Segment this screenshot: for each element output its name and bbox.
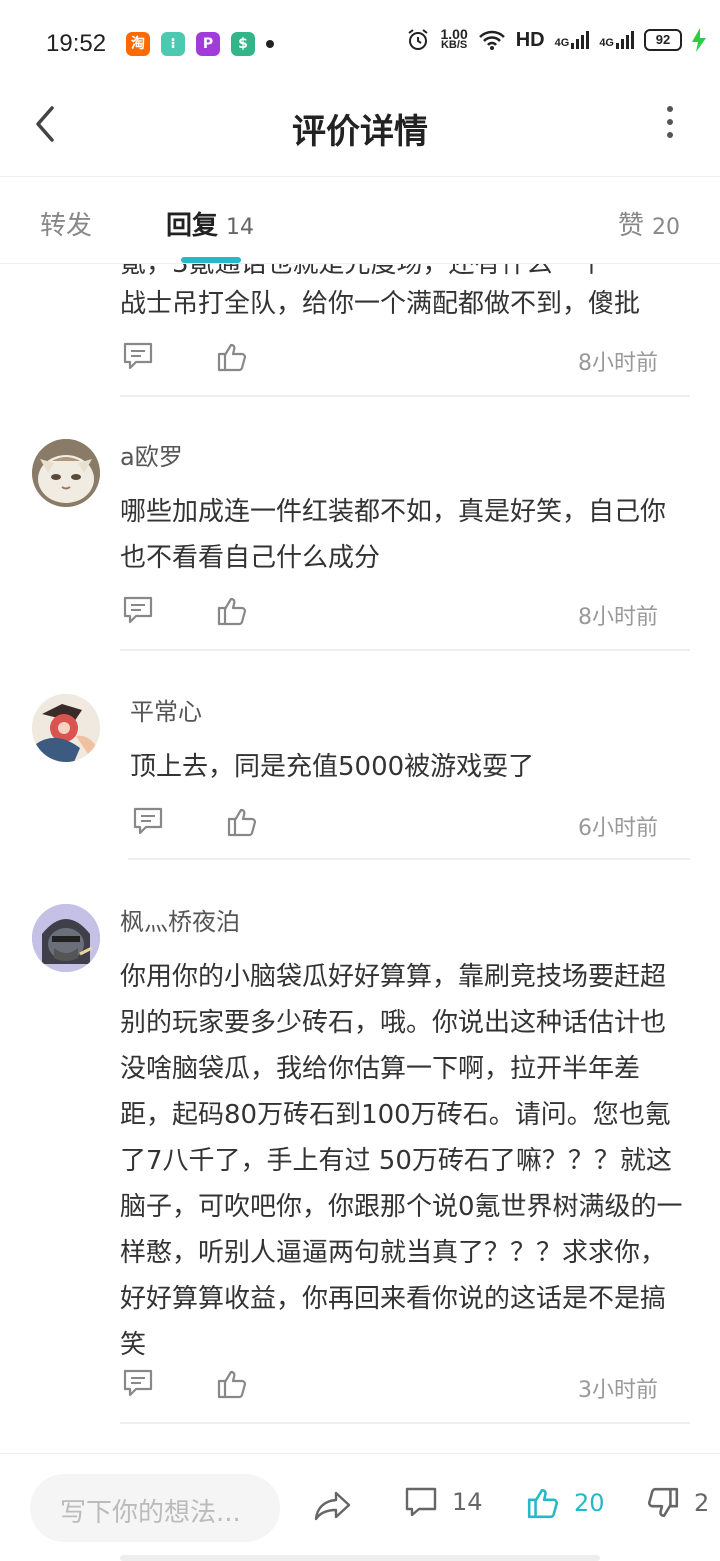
- comment-input[interactable]: 写下你的想法...: [30, 1474, 280, 1542]
- active-tab-indicator: [181, 257, 241, 263]
- comment-time: 8小时前: [578, 605, 658, 630]
- comment-icon: [405, 1487, 437, 1517]
- tab-replies[interactable]: 回复 14: [166, 205, 254, 242]
- sim2-label: 4G: [599, 37, 614, 49]
- comment-input-placeholder: 写下你的想法...: [60, 1498, 241, 1528]
- like-icon[interactable]: [216, 595, 248, 627]
- tab-likes-label: 赞: [617, 211, 644, 241]
- hd-label: HD: [515, 28, 545, 51]
- comment-actions: 6小时前: [130, 806, 690, 842]
- like-count: 20: [574, 1489, 605, 1517]
- tab-forward[interactable]: 转发: [40, 205, 92, 242]
- comment-actions: 3小时前: [120, 1368, 680, 1404]
- app-icon-2: ⁝: [161, 32, 185, 56]
- more-options-icon[interactable]: [664, 106, 676, 146]
- app-icon-p: P: [196, 32, 220, 56]
- avatar[interactable]: [32, 439, 100, 507]
- status-bar: 19:52 淘 ⁝ P $ 1.00 KB/S HD 4G 4G 92: [0, 0, 720, 80]
- avatar[interactable]: [32, 694, 100, 762]
- comment-text: 战士吊打全队，给你一个满配都做不到，傻批: [120, 289, 641, 319]
- tab-replies-label: 回复: [166, 211, 219, 241]
- comment-time: 3小时前: [578, 1378, 658, 1403]
- notification-dot: [266, 40, 274, 48]
- share-button[interactable]: [314, 1490, 352, 1522]
- battery-icon: 92: [644, 29, 682, 51]
- alarm-icon: [408, 29, 429, 50]
- dislike-count: 2: [694, 1489, 710, 1517]
- app-icon-s: $: [231, 32, 255, 56]
- like-icon[interactable]: [216, 341, 248, 373]
- comment-text: 你用你的小脑袋瓜好好算算，靠刷竞技场要赶超别的玩家要多少砖石，哦。你说出这种话估…: [120, 962, 683, 1360]
- divider: [120, 395, 690, 397]
- reply-count: 14: [452, 1488, 483, 1516]
- signal-sim2: 4G: [599, 31, 634, 49]
- comment-actions: 8小时前: [120, 341, 680, 377]
- tab-replies-count: 14: [226, 215, 255, 240]
- comment-time: 8小时前: [578, 351, 658, 376]
- wifi-icon: [478, 30, 505, 50]
- net-speed-unit: KB/S: [440, 39, 468, 51]
- tab-bar: 转发 回复 14 赞 20: [0, 177, 720, 264]
- taobao-icon: 淘: [126, 32, 150, 56]
- reply-count-button[interactable]: 14: [404, 1486, 483, 1518]
- divider: [120, 649, 690, 651]
- comment-username[interactable]: a欧罗: [120, 437, 183, 472]
- charging-icon: [692, 28, 706, 52]
- comment-time: 6小时前: [578, 816, 658, 841]
- dislike-button[interactable]: 2: [646, 1486, 709, 1520]
- comment-list: 氪，3氪通话也就是光度场，还有什么一个 战士吊打全队，给你一个满配都做不到，傻批…: [0, 263, 720, 1453]
- reply-icon[interactable]: [122, 595, 154, 625]
- thumbs-down-icon: [647, 1487, 679, 1518]
- reply-icon[interactable]: [122, 341, 154, 371]
- comment-username[interactable]: 枫灬桥夜泊: [120, 902, 240, 937]
- thumbs-up-icon: [527, 1488, 559, 1519]
- sim1-label: 4G: [554, 37, 570, 49]
- tab-likes[interactable]: 赞 20: [618, 205, 680, 242]
- header: 评价详情: [0, 80, 720, 177]
- gesture-bar[interactable]: [120, 1555, 600, 1561]
- tab-likes-count: 20: [652, 215, 680, 240]
- like-icon[interactable]: [216, 1368, 248, 1400]
- comment-text: 哪些加成连一件红装都不如，真是好笑，自己你也不看看自己什么成分: [120, 497, 667, 573]
- like-icon[interactable]: [226, 806, 258, 838]
- bottom-action-bar: 写下你的想法... 14 20 2: [0, 1453, 720, 1561]
- avatar[interactable]: [32, 904, 100, 972]
- comment-username[interactable]: 平常心: [130, 692, 202, 727]
- reply-icon[interactable]: [132, 806, 164, 836]
- signal-sim1: 4G: [555, 31, 590, 49]
- tab-forward-label: 转发: [40, 211, 93, 241]
- page-title: 评价详情: [292, 112, 428, 152]
- divider: [120, 1422, 690, 1424]
- comment-actions: 8小时前: [120, 595, 680, 631]
- net-speed: 1.00 KB/S: [440, 27, 468, 51]
- divider: [128, 858, 690, 860]
- share-icon: [314, 1491, 351, 1521]
- status-time: 19:52: [46, 30, 107, 57]
- reply-icon[interactable]: [122, 1368, 154, 1398]
- like-button[interactable]: 20: [526, 1486, 605, 1520]
- comment-text: 顶上去，同是充值5000被游戏耍了: [130, 752, 535, 782]
